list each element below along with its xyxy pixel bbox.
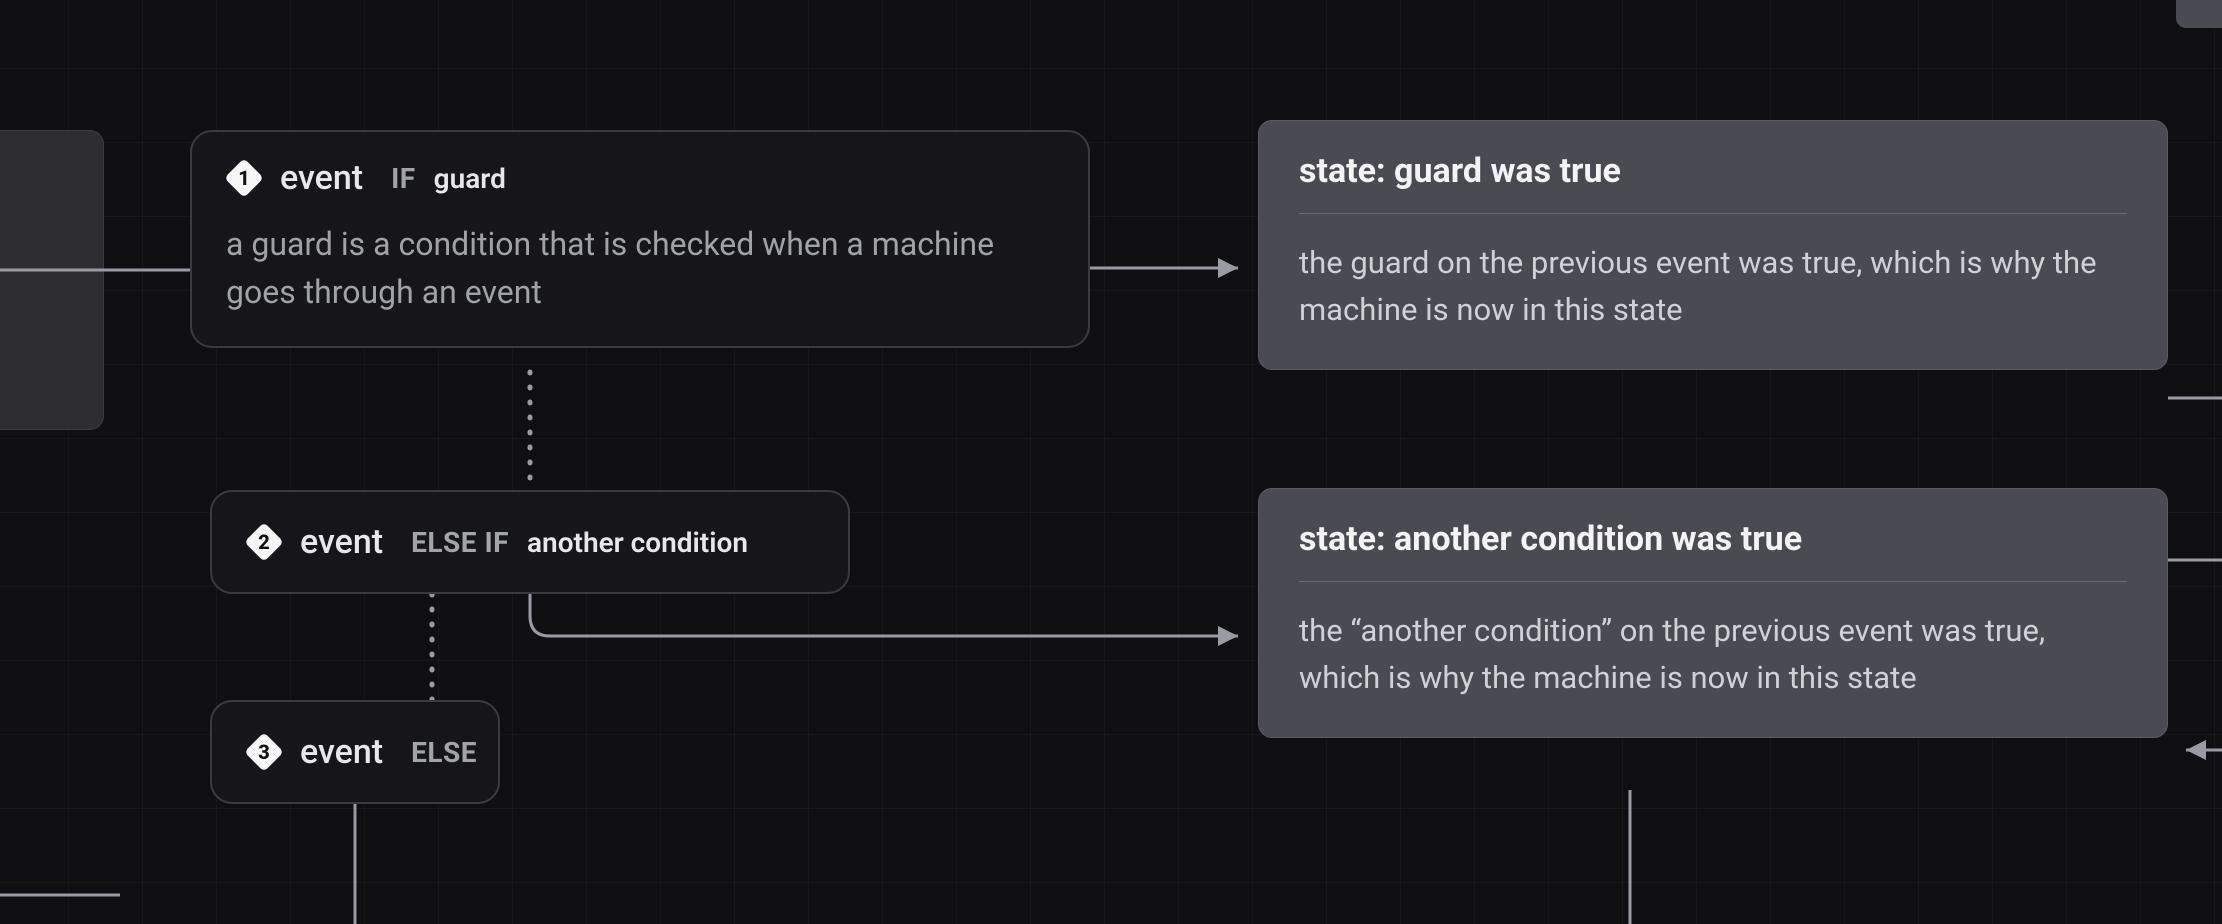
top-right-stub — [2176, 0, 2222, 28]
event-node-2[interactable]: 2 event ELSE IF another condition — [210, 490, 850, 594]
event-badge-icon: 1 — [226, 160, 262, 196]
event-name: event — [300, 522, 383, 562]
state-title: state: guard was true — [1299, 151, 2127, 191]
event-description: a guard is a condition that is checked w… — [226, 220, 1026, 316]
state-node-2[interactable]: state: another condition was true the “a… — [1258, 488, 2168, 738]
event-name: event — [300, 732, 383, 772]
condition-keyword: ELSE — [411, 736, 477, 769]
event-badge-number: 2 — [258, 530, 270, 554]
event-node-3[interactable]: 3 event ELSE — [210, 700, 500, 804]
event-node-1[interactable]: 1 event IF guard a guard is a condition … — [190, 130, 1090, 348]
state-description: the “another condition” on the previous … — [1299, 608, 2127, 701]
event-name: event — [280, 158, 363, 198]
event-badge-icon: 3 — [246, 734, 282, 770]
state-title: state: another condition was true — [1299, 519, 2127, 559]
condition-keyword: ELSE IF — [411, 526, 509, 559]
state-separator — [1299, 213, 2127, 214]
event-badge-icon: 2 — [246, 524, 282, 560]
left-panel-stub — [0, 130, 104, 430]
event-header: 1 event IF guard — [226, 158, 1054, 198]
event-header: 2 event ELSE IF another condition — [246, 522, 814, 562]
state-description: the guard on the previous event was true… — [1299, 240, 2127, 333]
condition-value: another condition — [527, 526, 748, 559]
event-header: 3 event ELSE — [246, 732, 464, 772]
state-separator — [1299, 581, 2127, 582]
state-node-1[interactable]: state: guard was true the guard on the p… — [1258, 120, 2168, 370]
diagram-canvas[interactable]: 1 event IF guard a guard is a condition … — [0, 0, 2222, 924]
event-badge-number: 1 — [238, 166, 250, 190]
event-badge-number: 3 — [258, 740, 270, 764]
condition-keyword: IF — [391, 162, 416, 195]
condition-value: guard — [434, 162, 506, 195]
